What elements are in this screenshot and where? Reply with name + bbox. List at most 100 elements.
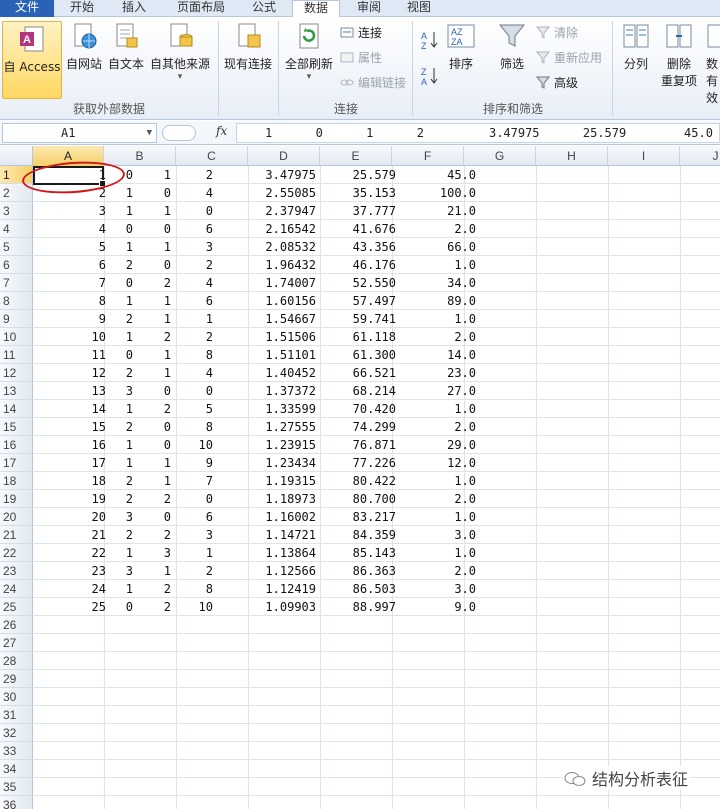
cell-value[interactable]: 1.0 bbox=[454, 508, 476, 526]
edit-links-button[interactable]: 编辑链接 bbox=[340, 75, 406, 92]
tab-insert[interactable]: 插入 bbox=[112, 0, 156, 17]
cell-value[interactable]: 3 bbox=[206, 526, 213, 544]
column-header-c[interactable]: C bbox=[176, 146, 248, 166]
cell-value[interactable]: 29.0 bbox=[447, 436, 476, 454]
cell-value[interactable]: 7 bbox=[206, 472, 213, 490]
row-header-4[interactable]: 4 bbox=[0, 220, 33, 238]
cell-value[interactable]: 2 bbox=[126, 364, 133, 382]
cell-value[interactable]: 84.359 bbox=[353, 526, 396, 544]
cell-value[interactable]: 52.550 bbox=[353, 274, 396, 292]
cell-value[interactable]: 45.0 bbox=[447, 166, 476, 184]
cell-value[interactable]: 12.0 bbox=[447, 454, 476, 472]
row-header-21[interactable]: 21 bbox=[0, 526, 33, 544]
cell-value[interactable]: 18 bbox=[92, 472, 106, 490]
filter-button[interactable]: 筛选 bbox=[494, 21, 530, 72]
cell-value[interactable]: 15 bbox=[92, 418, 106, 436]
cell-value[interactable]: 80.700 bbox=[353, 490, 396, 508]
cell-value[interactable]: 1.27555 bbox=[265, 418, 316, 436]
cell-value[interactable]: 1.19315 bbox=[265, 472, 316, 490]
cell-value[interactable]: 1.54667 bbox=[265, 310, 316, 328]
cell-value[interactable]: 1 bbox=[126, 292, 133, 310]
row-header-36[interactable]: 36 bbox=[0, 796, 33, 809]
column-header-d[interactable]: D bbox=[248, 146, 320, 166]
remove-duplicates-button[interactable]: 删除 重复项 bbox=[658, 21, 700, 89]
cell-value[interactable]: 9.0 bbox=[454, 598, 476, 616]
cell-value[interactable]: 1 bbox=[164, 346, 171, 364]
row-header-35[interactable]: 35 bbox=[0, 778, 33, 796]
cell-value[interactable]: 1.51101 bbox=[265, 346, 316, 364]
row-header-25[interactable]: 25 bbox=[0, 598, 33, 616]
cell-value[interactable]: 2.0 bbox=[454, 562, 476, 580]
cell-value[interactable]: 1.0 bbox=[454, 544, 476, 562]
cell-value[interactable]: 0 bbox=[164, 436, 171, 454]
cell-value[interactable]: 1.0 bbox=[454, 400, 476, 418]
cell-value[interactable]: 9 bbox=[99, 310, 106, 328]
cell-value[interactable]: 2 bbox=[164, 490, 171, 508]
cell-value[interactable]: 35.153 bbox=[353, 184, 396, 202]
tab-home[interactable]: 开始 bbox=[60, 0, 104, 17]
advanced-filter-button[interactable]: 高级 bbox=[535, 75, 578, 92]
cell-value[interactable]: 6 bbox=[206, 220, 213, 238]
cell-value[interactable]: 14 bbox=[92, 400, 106, 418]
cell-value[interactable]: 1.12419 bbox=[265, 580, 316, 598]
row-header-33[interactable]: 33 bbox=[0, 742, 33, 760]
cell-value[interactable]: 6 bbox=[99, 256, 106, 274]
cell-value[interactable]: 2 bbox=[206, 562, 213, 580]
cell-value[interactable]: 61.300 bbox=[353, 346, 396, 364]
from-text-button[interactable]: 自文本 bbox=[106, 21, 146, 72]
cell-value[interactable]: 0 bbox=[206, 490, 213, 508]
cell-value[interactable]: 3.0 bbox=[454, 580, 476, 598]
cell-value[interactable]: 61.118 bbox=[353, 328, 396, 346]
cell-value[interactable]: 2.0 bbox=[454, 418, 476, 436]
cell-value[interactable]: 1.16002 bbox=[265, 508, 316, 526]
cell-value[interactable]: 1.13864 bbox=[265, 544, 316, 562]
row-header-16[interactable]: 16 bbox=[0, 436, 33, 454]
cell-value[interactable]: 20 bbox=[92, 508, 106, 526]
cell-value[interactable]: 83.217 bbox=[353, 508, 396, 526]
row-header-7[interactable]: 7 bbox=[0, 274, 33, 292]
cell-value[interactable]: 2 bbox=[164, 400, 171, 418]
cell-value[interactable]: 2 bbox=[126, 310, 133, 328]
row-header-18[interactable]: 18 bbox=[0, 472, 33, 490]
cell-value[interactable]: 6 bbox=[206, 292, 213, 310]
cell-value[interactable]: 1.0 bbox=[454, 256, 476, 274]
cell-value[interactable]: 2 bbox=[164, 274, 171, 292]
row-header-10[interactable]: 10 bbox=[0, 328, 33, 346]
cell-value[interactable]: 2.37947 bbox=[265, 202, 316, 220]
cell-value[interactable]: 21.0 bbox=[447, 202, 476, 220]
cell-value[interactable]: 22 bbox=[92, 544, 106, 562]
row-header-20[interactable]: 20 bbox=[0, 508, 33, 526]
cell-value[interactable]: 10 bbox=[92, 328, 106, 346]
sort-button[interactable]: AZ ZA 排序 bbox=[444, 21, 478, 72]
cell-value[interactable]: 0 bbox=[126, 598, 133, 616]
cell-value[interactable]: 1 bbox=[126, 454, 133, 472]
cell-value[interactable]: 1.0 bbox=[454, 310, 476, 328]
cell-value[interactable]: 1 bbox=[126, 202, 133, 220]
cell-value[interactable]: 1 bbox=[126, 238, 133, 256]
tab-data[interactable]: 数据 bbox=[292, 0, 340, 18]
cell-value[interactable]: 2.55085 bbox=[265, 184, 316, 202]
cell-value[interactable]: 2 bbox=[206, 328, 213, 346]
row-header-5[interactable]: 5 bbox=[0, 238, 33, 256]
cell-value[interactable]: 12 bbox=[92, 364, 106, 382]
properties-button[interactable]: 属性 bbox=[340, 50, 382, 67]
cell-value[interactable]: 2 bbox=[164, 598, 171, 616]
cell-value[interactable]: 57.497 bbox=[353, 292, 396, 310]
cell-value[interactable]: 5 bbox=[206, 400, 213, 418]
tab-review[interactable]: 审阅 bbox=[348, 0, 390, 17]
row-header-19[interactable]: 19 bbox=[0, 490, 33, 508]
cell-value[interactable]: 1.74007 bbox=[265, 274, 316, 292]
from-access-button[interactable]: A 自 Access bbox=[2, 21, 62, 99]
row-header-15[interactable]: 15 bbox=[0, 418, 33, 436]
cell-value[interactable]: 21 bbox=[92, 526, 106, 544]
cell-value[interactable]: 8 bbox=[206, 346, 213, 364]
column-header-j[interactable]: J bbox=[680, 146, 720, 166]
cell-value[interactable]: 2.0 bbox=[454, 328, 476, 346]
cell-value[interactable]: 86.363 bbox=[353, 562, 396, 580]
from-web-button[interactable]: 自网站 bbox=[64, 21, 104, 72]
cell-value[interactable]: 1 bbox=[164, 364, 171, 382]
cell-value[interactable]: 2 bbox=[126, 472, 133, 490]
cell-value[interactable]: 2 bbox=[126, 490, 133, 508]
row-header-3[interactable]: 3 bbox=[0, 202, 33, 220]
row-header-12[interactable]: 12 bbox=[0, 364, 33, 382]
